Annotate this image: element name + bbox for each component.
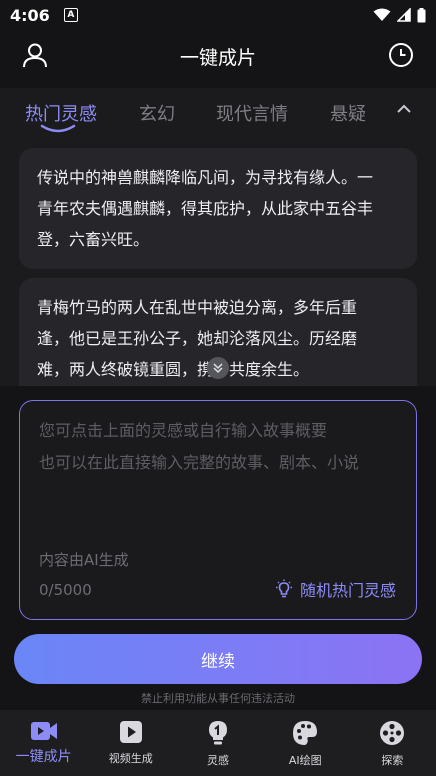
tab-modern-romance[interactable]: 现代言情 [216,100,288,126]
inspiration-line: 登，六畜兴旺。 [37,230,150,249]
status-left: 4:06 A [10,6,78,25]
ai-generated-label: 内容由AI生成 [39,551,129,569]
wifi-icon [373,8,391,21]
input-placeholder-line1: 您可点击上面的灵感或自行输入故事概要 [39,421,328,440]
app-header: 一键成片 [0,30,436,82]
tab-suspense[interactable]: 悬疑 [330,100,366,126]
random-inspiration-label: 随机热门灵感 [299,581,396,600]
chevron-up-icon[interactable] [396,104,412,114]
play-icon [119,721,142,743]
history-button[interactable] [388,42,414,72]
nav-label: 视频生成 [108,752,153,765]
clock-icon [389,43,413,67]
status-time: 4:06 [10,5,50,25]
nav-label: 一键成片 [15,749,72,765]
inspiration-line: 逢，他已是王孙公子，她却沦落风尘。历经磨 [37,329,358,348]
nav-video-generation[interactable]: 视频生成 [87,710,174,776]
page-title: 一键成片 [179,46,256,69]
inspiration-line: 传说中的神兽麒麟降临凡间，为寻找有缘人。一 [37,168,374,187]
random-inspiration-button[interactable]: 随机热门灵感 [274,577,396,601]
input-placeholder-line2: 也可以在此直接输入完整的故事、剧本、小说 [39,453,360,472]
palette-icon [293,721,318,745]
lightbulb-icon [275,579,292,598]
battery-icon [417,7,426,22]
inspiration-line: 青梅竹马的两人在乱世中被迫分离，多年后重 [37,298,358,317]
nav-label: AI绘图 [288,754,322,767]
inspiration-line: 青年农夫偶遇麒麟，得其庇护，从此家中五谷丰 [37,199,374,218]
status-right [373,7,426,23]
nav-inspiration[interactable]: 灵感 [174,710,261,776]
double-chevron-down-icon [213,363,223,374]
char-counter: 0/5000 [39,581,92,599]
video-camera-icon [30,722,57,740]
tab-fantasy[interactable]: 玄幻 [139,100,175,126]
active-tab-indicator [40,124,76,133]
expand-list-button[interactable] [207,357,229,379]
inspiration-list: 传说中的神兽麒麟降临凡间，为寻找有缘人。一 青年农夫偶遇麒麟，得其庇护，从此家中… [0,138,436,386]
user-icon [23,43,47,68]
film-reel-icon [380,721,405,745]
story-input[interactable]: 您可点击上面的灵感或自行输入故事概要 也可以在此直接输入完整的故事、剧本、小说 … [19,400,417,620]
lightbulb-icon [209,721,227,745]
nav-ai-drawing[interactable]: AI绘图 [262,710,349,776]
app-notification-icon: A [63,8,78,22]
nav-one-click-video[interactable]: 一键成片 [0,710,87,776]
disclaimer-text: 禁止利用功能从事任何违法活动 [141,692,295,705]
profile-button[interactable] [22,42,48,72]
nav-label: 灵感 [207,754,229,767]
status-bar: 4:06 A [0,0,436,30]
nav-label: 探索 [381,754,404,767]
signal-icon [397,8,411,22]
bottom-nav: 一键成片 视频生成 灵感 AI绘图 探索 [0,710,436,776]
inspiration-card[interactable]: 传说中的神兽麒麟降临凡间，为寻找有缘人。一 青年农夫偶遇麒麟，得其庇护，从此家中… [19,148,417,269]
continue-button[interactable]: 继续 [14,634,422,684]
nav-explore[interactable]: 探索 [349,710,436,776]
